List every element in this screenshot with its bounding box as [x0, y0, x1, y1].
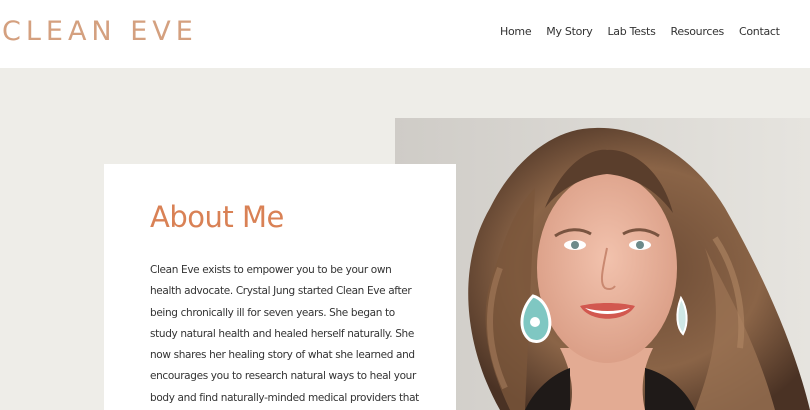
- about-line: encourages you to research natural ways …: [150, 370, 416, 383]
- nav-contact[interactable]: Contact: [739, 25, 780, 38]
- nav-lab-tests[interactable]: Lab Tests: [607, 25, 655, 38]
- nav-my-story[interactable]: My Story: [546, 25, 592, 38]
- about-line: body and find naturally-minded medical p…: [150, 391, 419, 404]
- nav-home[interactable]: Home: [500, 25, 532, 38]
- site-logo[interactable]: CLEAN EVE: [2, 16, 198, 47]
- about-line: being chronically ill for seven years. S…: [150, 306, 395, 319]
- about-card: About Me Clean Eve exists to empower you…: [104, 164, 456, 410]
- about-title: About Me: [150, 200, 284, 234]
- site-header: CLEAN EVE Home My Story Lab Tests Resour…: [0, 0, 810, 68]
- about-line: now shares her healing story of what she…: [150, 349, 415, 362]
- about-body: Clean Eve exists to empower you to be yo…: [150, 260, 450, 409]
- portrait-photo: [395, 118, 810, 410]
- nav-resources[interactable]: Resources: [671, 25, 725, 38]
- main-nav: Home My Story Lab Tests Resources Contac…: [500, 25, 780, 38]
- about-line: Clean Eve exists to empower you to be yo…: [150, 264, 392, 276]
- about-line: health advocate. Crystal Jung started Cl…: [150, 285, 412, 298]
- about-line: study natural health and healed herself …: [150, 327, 414, 340]
